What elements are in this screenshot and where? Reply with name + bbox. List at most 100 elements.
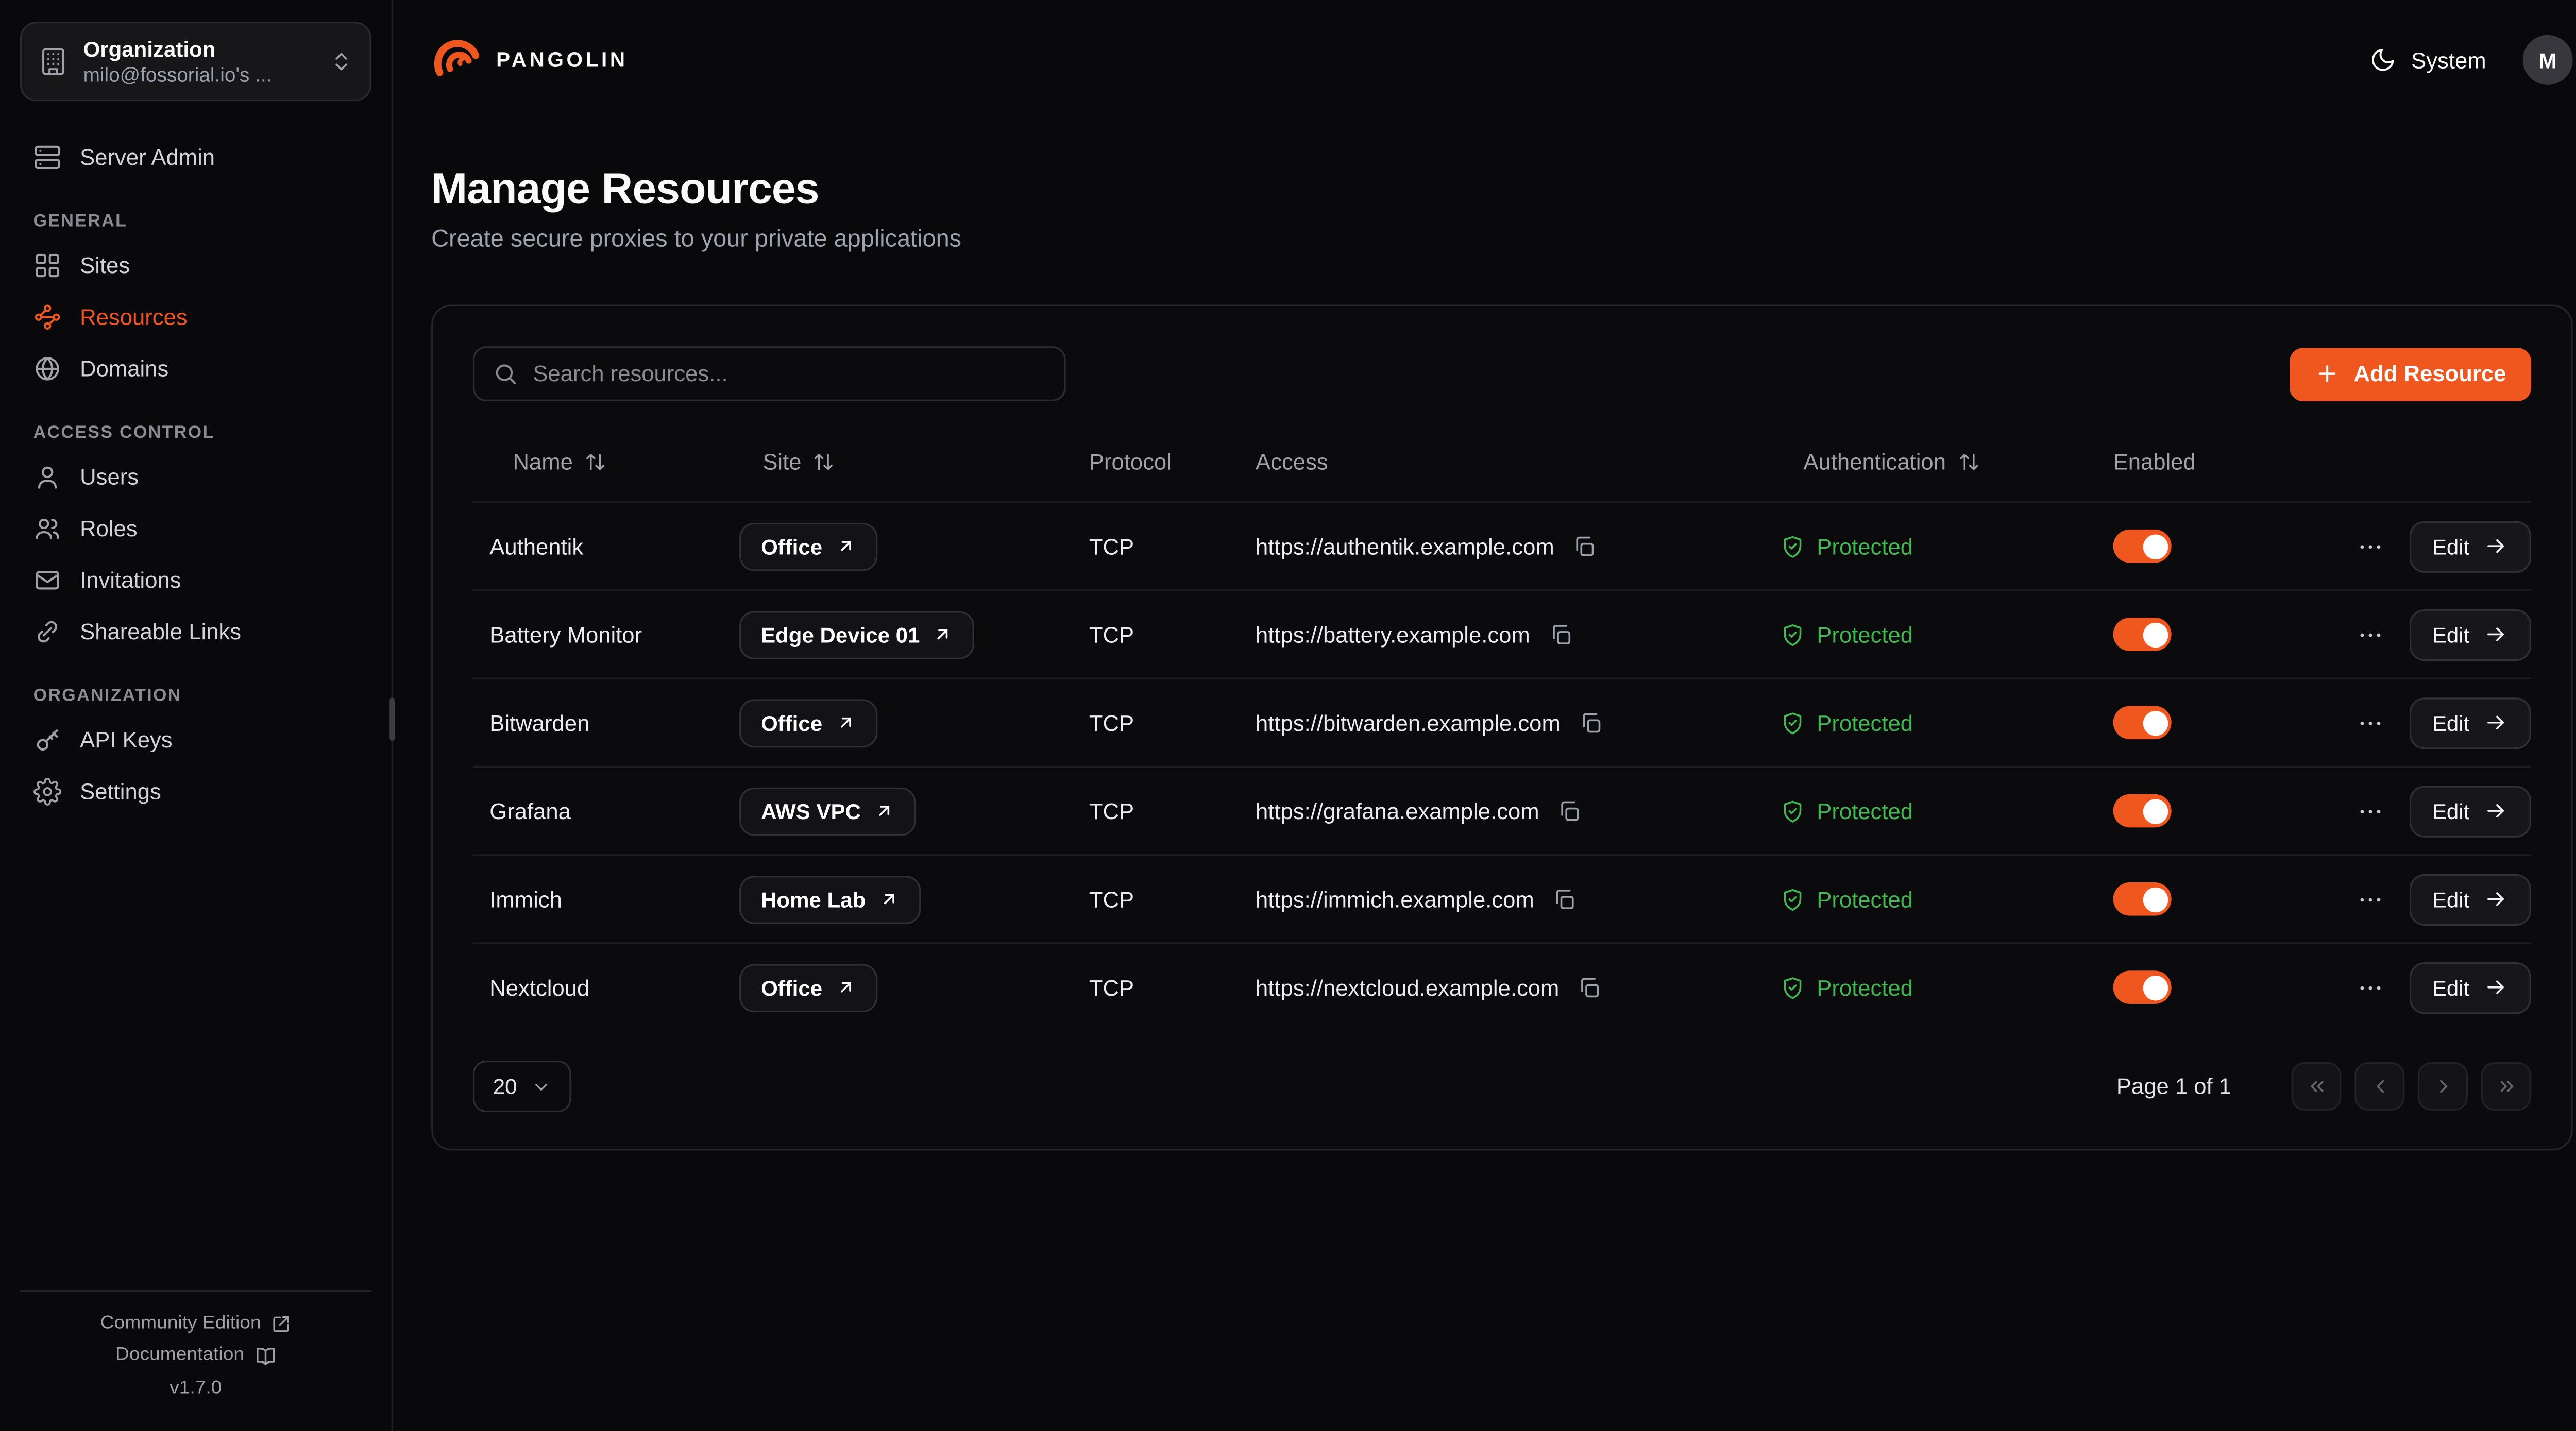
edit-button[interactable]: Edit (2409, 873, 2531, 925)
next-page-button[interactable] (2418, 1062, 2468, 1111)
auth-status-label: Protected (1817, 622, 1913, 646)
sidebar: Organization milo@fossorial.io's ... Ser… (0, 0, 393, 1431)
sidebar-item-label: Settings (80, 779, 161, 804)
table-row: Authentik Office TCP (473, 501, 2531, 589)
enabled-toggle[interactable] (2113, 970, 2172, 1004)
table-header-row: Name Site Protocol (473, 421, 2531, 501)
edit-button-label: Edit (2432, 534, 2469, 558)
site-pill[interactable]: Office (739, 522, 877, 570)
edit-button[interactable]: Edit (2409, 962, 2531, 1013)
sidebar-item-settings[interactable]: Settings (20, 766, 371, 817)
site-pill[interactable]: Office (739, 963, 877, 1012)
site-pill-label: Edge Device 01 (761, 622, 920, 646)
key-icon (33, 726, 62, 754)
row-menu-button[interactable] (2352, 881, 2387, 916)
resource-name: Bitwarden (489, 710, 589, 735)
copy-url-button[interactable] (1569, 530, 1601, 561)
site-pill[interactable]: Edge Device 01 (739, 610, 975, 659)
previous-page-button[interactable] (2354, 1062, 2404, 1111)
resource-name: Grafana (489, 798, 571, 823)
row-menu-button[interactable] (2352, 793, 2387, 828)
sidebar-item-domains[interactable]: Domains (20, 343, 371, 395)
resource-name: Authentik (489, 534, 583, 558)
row-menu-button[interactable] (2352, 705, 2387, 740)
chevron-down-icon (532, 1077, 552, 1097)
access-url: https://battery.example.com (1256, 622, 1530, 646)
org-selector[interactable]: Organization milo@fossorial.io's ... (20, 22, 371, 101)
sidebar-item-sites[interactable]: Sites (20, 240, 371, 291)
theme-toggle[interactable]: System (2369, 47, 2486, 74)
table-body: Authentik Office TCP (473, 501, 2531, 1031)
edit-button[interactable]: Edit (2409, 608, 2531, 660)
access-url: https://nextcloud.example.com (1256, 975, 1559, 999)
pangolin-logo (431, 35, 481, 85)
resource-name: Battery Monitor (489, 622, 642, 646)
row-menu-button[interactable] (2352, 617, 2387, 652)
sidebar-item-resources[interactable]: Resources (20, 292, 371, 343)
enabled-toggle[interactable] (2113, 530, 2172, 563)
auth-status: Protected (1780, 798, 1913, 823)
copy-url-button[interactable] (1549, 883, 1581, 915)
auth-status-label: Protected (1817, 710, 1913, 735)
org-title: Organization (83, 35, 315, 63)
edit-button[interactable]: Edit (2409, 697, 2531, 748)
community-edition-link[interactable]: Community Edition (100, 1313, 291, 1333)
sidebar-item-label: Users (80, 465, 139, 489)
sidebar-item-api-keys[interactable]: API Keys (20, 714, 371, 766)
enabled-toggle[interactable] (2113, 618, 2172, 651)
column-header-site[interactable]: Site (723, 449, 1073, 473)
row-menu-button[interactable] (2352, 529, 2387, 564)
copy-url-button[interactable] (1554, 795, 1586, 826)
enabled-toggle[interactable] (2113, 882, 2172, 916)
column-header-name[interactable]: Name (473, 449, 723, 473)
arrow-right-icon (2484, 799, 2507, 822)
sidebar-nav: Server Admin GENERAL Sites Resources Dom (20, 131, 371, 817)
edit-button-label: Edit (2432, 710, 2469, 735)
sidebar-item-label: Sites (80, 253, 130, 278)
site-pill[interactable]: Office (739, 699, 877, 747)
sidebar-item-label: Resources (80, 304, 188, 329)
sidebar-item-roles[interactable]: Roles (20, 503, 371, 554)
edit-button[interactable]: Edit (2409, 520, 2531, 572)
auth-status: Protected (1780, 710, 1913, 735)
sidebar-item-users[interactable]: Users (20, 451, 371, 503)
site-pill-label: Office (761, 534, 822, 558)
site-pill-label: AWS VPC (761, 798, 861, 823)
sidebar-item-invitations[interactable]: Invitations (20, 554, 371, 606)
search-input[interactable] (533, 361, 1046, 386)
shield-check-icon (1780, 710, 1805, 735)
sidebar-item-server-admin[interactable]: Server Admin (20, 131, 371, 183)
user-avatar[interactable]: M (2523, 35, 2573, 85)
row-menu-button[interactable] (2352, 970, 2387, 1005)
last-page-button[interactable] (2481, 1062, 2531, 1111)
book-open-icon (254, 1344, 276, 1366)
enabled-toggle[interactable] (2113, 706, 2172, 739)
edit-button[interactable]: Edit (2409, 785, 2531, 837)
resources-icon (33, 303, 62, 331)
site-pill[interactable]: AWS VPC (739, 787, 916, 835)
add-resource-button[interactable]: Add Resource (2291, 347, 2531, 400)
documentation-link[interactable]: Documentation (115, 1344, 276, 1366)
arrow-right-icon (2484, 976, 2507, 999)
arrow-up-right-icon (874, 801, 894, 821)
column-header-authentication[interactable]: Authentication (1764, 449, 2096, 473)
globe-icon (33, 354, 62, 383)
auth-status-label: Protected (1817, 887, 1913, 911)
page-size-select[interactable]: 20 (473, 1061, 572, 1112)
site-pill[interactable]: Home Lab (739, 875, 921, 923)
enabled-toggle[interactable] (2113, 794, 2172, 828)
access-url: https://authentik.example.com (1256, 534, 1554, 558)
resource-name: Immich (489, 887, 562, 911)
arrow-right-icon (2484, 888, 2507, 911)
first-page-button[interactable] (2291, 1062, 2341, 1111)
copy-url-button[interactable] (1545, 619, 1577, 650)
auth-status-label: Protected (1817, 798, 1913, 823)
column-header-enabled: Enabled (2096, 449, 2531, 473)
arrow-up-right-icon (836, 712, 856, 732)
copy-url-button[interactable] (1575, 707, 1607, 738)
sidebar-item-shareable-links[interactable]: Shareable Links (20, 606, 371, 658)
sidebar-item-label: Shareable Links (80, 619, 241, 644)
copy-url-button[interactable] (1574, 972, 1605, 1003)
sidebar-resize-handle[interactable] (389, 697, 395, 741)
user-icon (33, 463, 62, 491)
